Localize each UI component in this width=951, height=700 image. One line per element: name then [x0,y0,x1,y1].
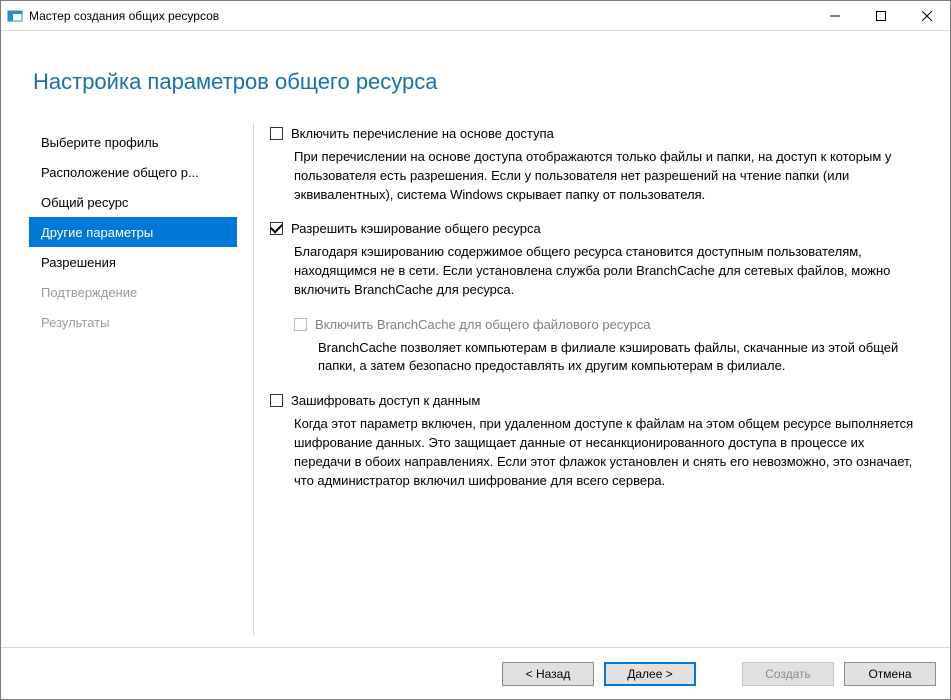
wizard-steps-sidebar: Выберите профиль Расположение общего р..… [29,121,237,647]
checkbox-encrypt[interactable] [270,394,283,407]
cancel-button[interactable]: Отмена [844,662,936,686]
window-title: Мастер создания общих ресурсов [29,9,812,23]
label-encrypt: Зашифровать доступ к данным [291,392,480,411]
step-results: Результаты [29,307,237,337]
minimize-button[interactable] [812,1,858,30]
step-confirmation: Подтверждение [29,277,237,307]
option-branchcache: Включить BranchCache для общего файловог… [294,316,916,335]
checkbox-branchcache [294,318,307,331]
desc-cache: Благодаря кэшированию содержимое общего … [294,243,916,300]
next-button[interactable]: Далее > [604,662,696,686]
close-button[interactable] [904,1,950,30]
settings-content: Включить перечисление на основе доступа … [270,121,922,647]
label-branchcache: Включить BranchCache для общего файловог… [315,316,651,335]
step-other-settings[interactable]: Другие параметры [29,217,237,247]
window-controls [812,1,950,30]
step-permissions[interactable]: Разрешения [29,247,237,277]
create-button: Создать [742,662,834,686]
option-abe[interactable]: Включить перечисление на основе доступа [270,125,916,144]
label-cache: Разрешить кэширование общего ресурса [291,220,541,239]
label-abe: Включить перечисление на основе доступа [291,125,554,144]
app-icon [7,8,23,24]
checkbox-cache[interactable] [270,222,283,235]
wizard-window: Мастер создания общих ресурсов Настройка… [0,0,951,700]
back-button[interactable]: < Назад [502,662,594,686]
desc-abe: При перечислении на основе доступа отобр… [294,148,916,205]
desc-encrypt: Когда этот параметр включен, при удаленн… [294,415,916,490]
step-profile[interactable]: Выберите профиль [29,127,237,157]
option-cache[interactable]: Разрешить кэширование общего ресурса [270,220,916,239]
page-title: Настройка параметров общего ресурса [33,69,922,95]
titlebar: Мастер создания общих ресурсов [1,1,950,31]
step-location[interactable]: Расположение общего р... [29,157,237,187]
vertical-divider [253,123,254,635]
desc-branchcache: BranchCache позволяет компьютерам в фили… [318,339,916,377]
step-share-name[interactable]: Общий ресурс [29,187,237,217]
checkbox-abe[interactable] [270,127,283,140]
maximize-button[interactable] [858,1,904,30]
wizard-footer: < Назад Далее > Создать Отмена [1,647,950,699]
option-encrypt[interactable]: Зашифровать доступ к данным [270,392,916,411]
